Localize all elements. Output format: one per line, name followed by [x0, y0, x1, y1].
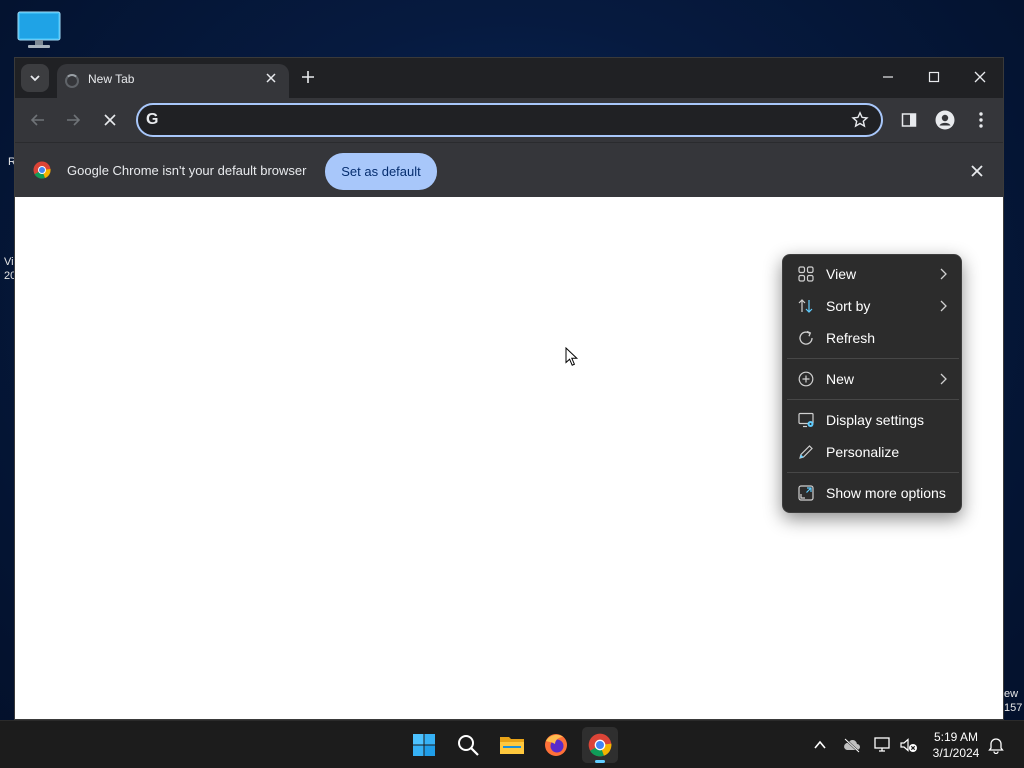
- clock-time: 5:19 AM: [933, 730, 979, 744]
- chevron-right-icon: [940, 268, 947, 280]
- menu-separator: [787, 399, 959, 400]
- taskbar: 5:19 AM 3/1/2024: [0, 720, 1024, 768]
- menu-item-view[interactable]: View: [787, 259, 959, 289]
- network-tray-button[interactable]: [874, 736, 892, 754]
- expand-icon: [798, 485, 814, 501]
- forward-button[interactable]: [62, 109, 84, 131]
- this-pc-desktop-icon[interactable]: [16, 10, 62, 50]
- volume-tray-button[interactable]: [900, 736, 918, 754]
- profile-avatar-icon: [935, 110, 955, 130]
- browser-toolbar: G: [15, 98, 1003, 142]
- infobar-message: Google Chrome isn't your default browser: [67, 163, 307, 178]
- maximize-icon: [928, 71, 940, 83]
- taskbar-search-button[interactable]: [450, 727, 486, 763]
- search-icon: [458, 735, 479, 756]
- close-infobar-icon[interactable]: [969, 163, 985, 179]
- tab-new-tab[interactable]: New Tab: [57, 64, 289, 98]
- windows-logo-icon: [413, 734, 435, 756]
- menu-separator: [787, 358, 959, 359]
- tab-strip: New Tab: [15, 58, 1003, 98]
- chrome-menu-button[interactable]: [971, 110, 991, 130]
- tab-title: New Tab: [88, 72, 135, 86]
- close-icon: [104, 114, 116, 126]
- new-tab-plus-icon[interactable]: [299, 68, 317, 86]
- close-tab-icon[interactable]: [263, 70, 279, 86]
- desktop-text-fragment: Vi: [4, 256, 14, 268]
- active-app-indicator: [595, 760, 605, 763]
- chevron-down-icon: [30, 75, 40, 82]
- chrome-taskbar-button[interactable]: [582, 727, 618, 763]
- chrome-logo-icon: [33, 161, 51, 179]
- display-settings-icon: [798, 412, 814, 428]
- start-button[interactable]: [406, 727, 442, 763]
- minimize-icon: [883, 76, 893, 78]
- folder-icon: [500, 737, 524, 754]
- stop-loading-button[interactable]: [99, 109, 121, 131]
- clock-date: 3/1/2024: [932, 746, 980, 760]
- firefox-icon: [545, 734, 567, 756]
- menu-item-label: View: [826, 266, 857, 282]
- menu-item-refresh[interactable]: Refresh: [787, 323, 959, 353]
- loading-spinner-icon: [65, 74, 79, 88]
- tab-search-button[interactable]: [21, 64, 49, 92]
- chevron-up-icon: [814, 740, 826, 749]
- mouse-pointer-icon: [565, 347, 579, 366]
- menu-item-label: Show more options: [826, 485, 946, 501]
- menu-item-new[interactable]: New: [787, 364, 959, 394]
- firefox-button[interactable]: [538, 727, 574, 763]
- menu-item-label: Personalize: [826, 444, 900, 460]
- back-button[interactable]: [27, 109, 49, 131]
- three-dots-vertical-icon: [979, 112, 983, 128]
- network-icon: [874, 737, 890, 752]
- cloud-offline-icon: [844, 738, 860, 753]
- arrow-left-icon: [30, 114, 44, 126]
- menu-item-label: Display settings: [826, 412, 925, 428]
- default-browser-infobar: Google Chrome isn't your default browser…: [15, 142, 1003, 197]
- plus-circle-icon: [798, 371, 814, 387]
- set-as-default-button[interactable]: Set as default: [325, 153, 437, 190]
- menu-item-label: Refresh: [826, 330, 876, 346]
- minimize-button[interactable]: [865, 62, 911, 92]
- sort-arrows-icon: [798, 299, 813, 313]
- google-g-icon: G: [146, 111, 159, 128]
- maximize-button[interactable]: [911, 62, 957, 92]
- side-panel-button[interactable]: [899, 110, 919, 130]
- notifications-button[interactable]: [987, 736, 1005, 754]
- menu-item-label: Sort by: [826, 298, 871, 314]
- side-panel-icon: [901, 113, 917, 127]
- bell-icon: [988, 738, 1004, 754]
- system-clock[interactable]: 5:19 AM 3/1/2024: [924, 729, 988, 761]
- close-window-button[interactable]: [957, 62, 1003, 92]
- show-hidden-icons-button[interactable]: [811, 736, 829, 754]
- desktop-text-fragment: ew: [1004, 688, 1019, 700]
- address-bar[interactable]: G: [136, 103, 883, 137]
- close-icon: [974, 71, 986, 83]
- file-explorer-button[interactable]: [494, 727, 530, 763]
- address-input[interactable]: [168, 109, 828, 131]
- grid-icon: [798, 266, 814, 282]
- desktop-text-fragment: 157: [1004, 702, 1023, 714]
- menu-item-personalize[interactable]: Personalize: [787, 437, 959, 467]
- menu-separator: [787, 472, 959, 473]
- desktop-context-menu: View Sort by Refresh New Display setting…: [782, 254, 962, 513]
- speaker-muted-icon: [900, 738, 917, 752]
- arrow-right-icon: [67, 114, 81, 126]
- chrome-logo-icon: [588, 733, 612, 757]
- menu-item-show-more-options[interactable]: Show more options: [787, 478, 959, 508]
- bookmark-star-icon[interactable]: [851, 111, 869, 129]
- chevron-right-icon: [940, 300, 947, 312]
- onedrive-tray-button[interactable]: [843, 736, 861, 754]
- profile-button[interactable]: [935, 110, 955, 130]
- menu-item-sort-by[interactable]: Sort by: [787, 291, 959, 321]
- chevron-right-icon: [940, 373, 947, 385]
- menu-item-display-settings[interactable]: Display settings: [787, 405, 959, 435]
- pen-icon: [799, 445, 813, 459]
- refresh-icon: [799, 330, 813, 345]
- menu-item-label: New: [826, 371, 855, 387]
